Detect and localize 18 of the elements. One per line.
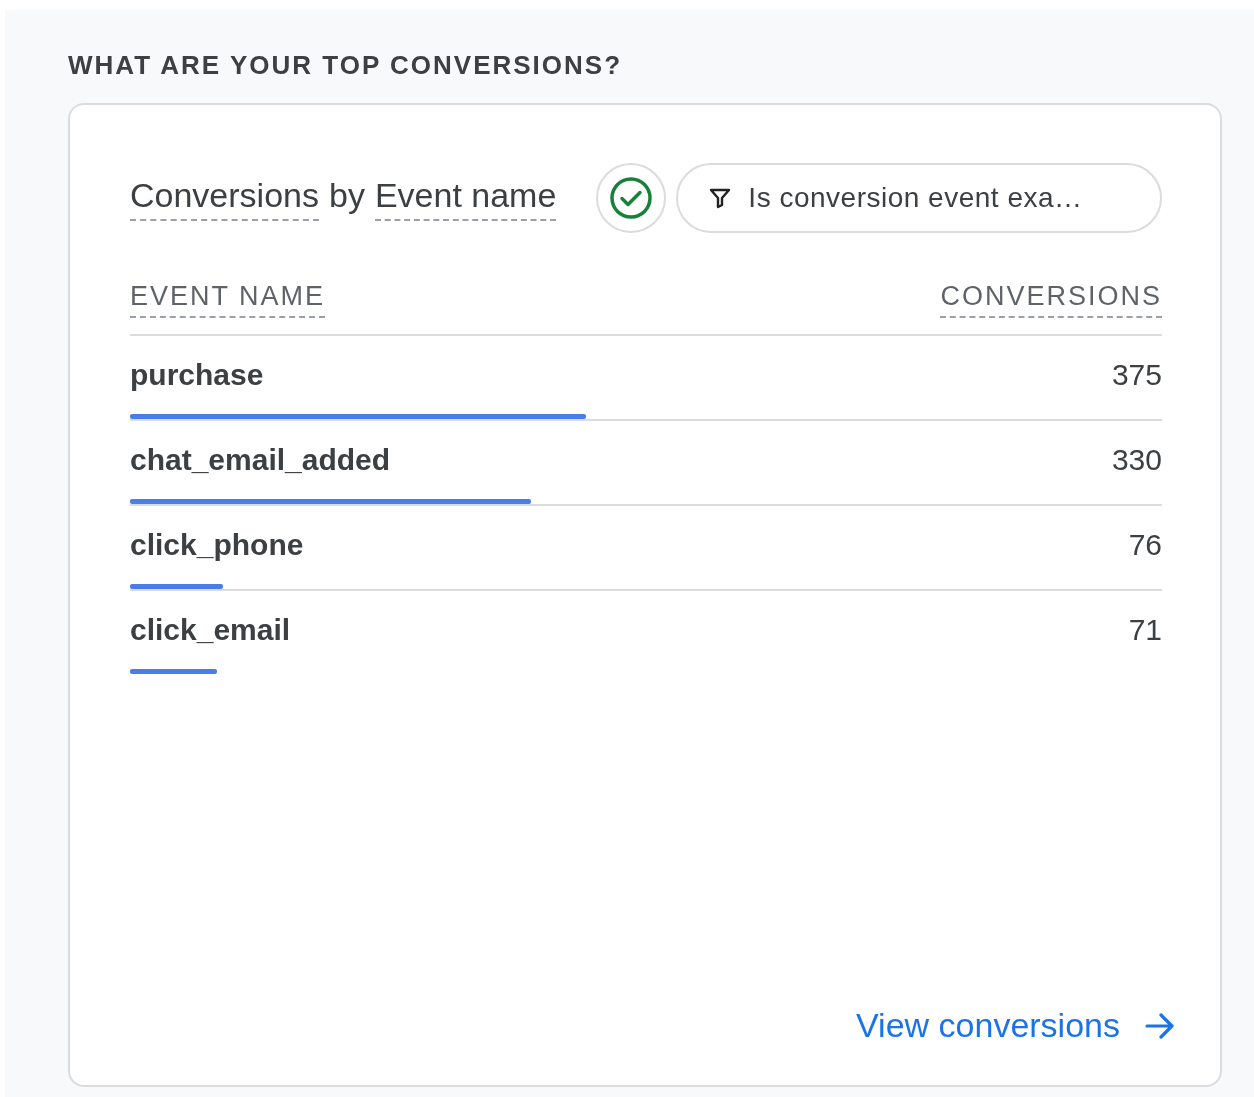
section-heading: WHAT ARE YOUR TOP CONVERSIONS? — [68, 50, 624, 81]
event-name: chat_email_added — [130, 443, 391, 477]
column-header[interactable]: EVENT NAME — [130, 281, 326, 318]
title-joiner: by — [329, 175, 365, 215]
conversion-count: 375 — [1111, 358, 1162, 392]
conversion-count: 330 — [1111, 443, 1162, 477]
event-name: purchase — [130, 358, 264, 392]
column-header[interactable]: CONVERSIONS — [940, 281, 1162, 318]
metric-title[interactable]: Conversions — [130, 175, 319, 221]
filter-icon — [708, 186, 733, 210]
event-name: click_email — [130, 613, 291, 647]
check-circle-icon — [609, 176, 654, 220]
event-name: click_phone — [130, 528, 304, 562]
dimension-title[interactable]: Event name — [374, 175, 557, 221]
view-conversions-link[interactable]: View conversions — [856, 1006, 1176, 1045]
filter-chip[interactable]: Is conversion event exa… — [676, 163, 1162, 233]
conversion-count: 71 — [1128, 613, 1162, 647]
conversion-count: 76 — [1128, 528, 1162, 562]
